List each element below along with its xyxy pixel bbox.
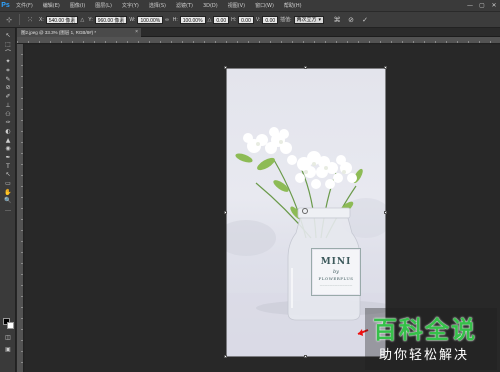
angle-field[interactable]: 0.00 xyxy=(213,15,230,24)
vase-label-brand: MINI xyxy=(320,257,352,267)
menu-layer[interactable]: 图层(L) xyxy=(90,2,117,9)
maximize-icon[interactable]: ▢ xyxy=(476,2,488,9)
more-tools-icon[interactable]: … xyxy=(0,206,16,215)
warp-mode-icon[interactable]: ⌘ xyxy=(330,16,344,24)
options-bar: ⊹ ⁙ X: 540.00 像素 △ Y: 960.00 像素 W: 100.0… xyxy=(0,11,500,28)
vase-label-company: FLOWERPLUS xyxy=(318,276,354,281)
vase-label: MINI by FLOWERPLUS ————————————— xyxy=(311,248,361,296)
brush-tool-icon[interactable]: ✐ xyxy=(0,93,16,102)
document-tab-bar: 图2.jpeg @ 33.3% (图层 1, RGB/8#) * × xyxy=(17,28,500,37)
interpolation-select[interactable]: 两次立方 ▾ xyxy=(293,15,325,24)
link-wh-icon[interactable]: ∞ xyxy=(165,17,169,23)
angle-icon: △ xyxy=(207,16,212,23)
h-label: H: xyxy=(172,16,178,23)
menu-type[interactable]: 文字(Y) xyxy=(117,2,144,9)
vase-label-by: by xyxy=(332,269,340,275)
blur-tool-icon[interactable]: ▲ xyxy=(0,136,16,145)
menu-select[interactable]: 选择(S) xyxy=(144,2,171,9)
commit-transform-icon[interactable]: ✓ xyxy=(358,16,372,24)
menu-3d[interactable]: 3D(D) xyxy=(198,3,223,9)
document-tab-label: 图2.jpeg @ 33.3% (图层 1, RGB/8#) * xyxy=(21,30,97,35)
menu-help[interactable]: 帮助(H) xyxy=(279,2,307,9)
eraser-tool-icon[interactable]: ✑ xyxy=(0,119,16,128)
menu-file[interactable]: 文件(F) xyxy=(11,2,38,9)
reference-point-icon[interactable]: ⁙ xyxy=(23,16,37,24)
menu-edit[interactable]: 编辑(E) xyxy=(38,2,65,9)
menu-image[interactable]: 图像(I) xyxy=(65,2,90,9)
transform-handle-middle-right[interactable] xyxy=(384,211,387,214)
transform-handle-bottom-center[interactable] xyxy=(304,355,307,358)
zoom-tool-icon[interactable]: 🔍 xyxy=(0,197,16,206)
menu-filter[interactable]: 滤镜(T) xyxy=(171,2,198,9)
dodge-tool-icon[interactable]: ◉ xyxy=(0,145,16,154)
hand-tool-icon[interactable]: ✋ xyxy=(0,188,16,197)
stamp-tool-icon[interactable]: ⊥ xyxy=(0,102,16,111)
vase-label-fineprint: ————————————— xyxy=(319,284,353,287)
close-icon[interactable]: ✕ xyxy=(488,2,500,9)
move-tool-icon[interactable]: ↖ xyxy=(0,32,16,41)
transform-handle-bottom-left[interactable] xyxy=(224,355,227,358)
hskew-label: H: xyxy=(231,16,237,23)
move-tool-icon[interactable]: ⊹ xyxy=(2,14,16,26)
document-tab[interactable]: 图2.jpeg @ 33.3% (图层 1, RGB/8#) * × xyxy=(17,28,141,37)
gradient-tool-icon[interactable]: ◐ xyxy=(0,128,16,137)
background-color-swatch[interactable] xyxy=(7,322,14,329)
minimize-icon[interactable]: — xyxy=(464,2,476,9)
vskew-field[interactable]: 0.00 xyxy=(262,15,279,24)
transform-center-icon[interactable] xyxy=(302,208,308,214)
transform-handle-middle-left[interactable] xyxy=(224,211,227,214)
x-label: X: xyxy=(39,16,44,23)
window-controls: — ▢ ✕ xyxy=(464,2,500,9)
type-tool-icon[interactable]: T xyxy=(0,162,16,171)
eyedropper-tool-icon[interactable]: ✎ xyxy=(0,75,16,84)
menu-view[interactable]: 视图(V) xyxy=(223,2,250,9)
healing-tool-icon[interactable]: ⊘ xyxy=(0,84,16,93)
w-label: W: xyxy=(129,16,136,23)
interpolation-label: 插值: xyxy=(280,17,292,23)
watermark-subtitle: 助你轻松解决 xyxy=(379,348,470,363)
screen-mode-icon[interactable]: ▣ xyxy=(0,346,16,355)
quick-select-tool-icon[interactable]: ✦ xyxy=(0,58,16,67)
y-field[interactable]: 960.00 像素 xyxy=(94,15,128,24)
y-label: Y: xyxy=(88,16,93,23)
menu-window[interactable]: 窗口(W) xyxy=(250,2,279,9)
marquee-tool-icon[interactable]: ⬚ xyxy=(0,41,16,50)
history-brush-tool-icon[interactable]: ⚇ xyxy=(0,110,16,119)
vskew-label: V: xyxy=(255,16,261,23)
watermark: 百科全说 助你轻松解决 xyxy=(365,308,497,370)
lasso-tool-icon[interactable]: ⌒ xyxy=(0,49,16,58)
tools-panel: ↖ ⬚ ⌒ ✦ ⌗ ✎ ⊘ ✐ ⊥ ⚇ ✑ ◐ ▲ ◉ ✒ T ↖ ▭ ✋ 🔍 … xyxy=(0,28,16,372)
quick-mask-icon[interactable]: ◫ xyxy=(0,334,16,343)
link-xy-icon[interactable]: △ xyxy=(80,17,84,23)
crop-tool-icon[interactable]: ⌗ xyxy=(0,67,16,76)
path-select-tool-icon[interactable]: ↖ xyxy=(0,171,16,180)
pen-tool-icon[interactable]: ✒ xyxy=(0,154,16,163)
height-field[interactable]: 100.00% xyxy=(179,15,206,24)
close-tab-icon[interactable]: × xyxy=(135,28,138,37)
menu-bar: Ps 文件(F) 编辑(E) 图像(I) 图层(L) 文字(Y) 选择(S) 滤… xyxy=(0,0,500,11)
vertical-ruler[interactable] xyxy=(17,44,24,372)
photoshop-logo: Ps xyxy=(1,2,10,9)
horizontal-ruler[interactable] xyxy=(17,37,500,44)
x-field[interactable]: 540.00 像素 xyxy=(45,15,79,24)
width-field[interactable]: 100.00% xyxy=(137,15,164,24)
hskew-field[interactable]: 0.00 xyxy=(238,15,254,24)
transform-handle-top-center[interactable] xyxy=(304,66,307,69)
chevron-down-icon: ▾ xyxy=(318,16,322,23)
watermark-title: 百科全说 xyxy=(373,316,477,344)
cancel-transform-icon[interactable]: ⊘ xyxy=(344,16,358,24)
divider xyxy=(19,14,20,25)
transform-handle-top-left[interactable] xyxy=(224,66,227,69)
interpolation-value: 两次立方 xyxy=(296,16,317,23)
shape-tool-icon[interactable]: ▭ xyxy=(0,180,16,189)
transform-handle-top-right[interactable] xyxy=(384,66,387,69)
